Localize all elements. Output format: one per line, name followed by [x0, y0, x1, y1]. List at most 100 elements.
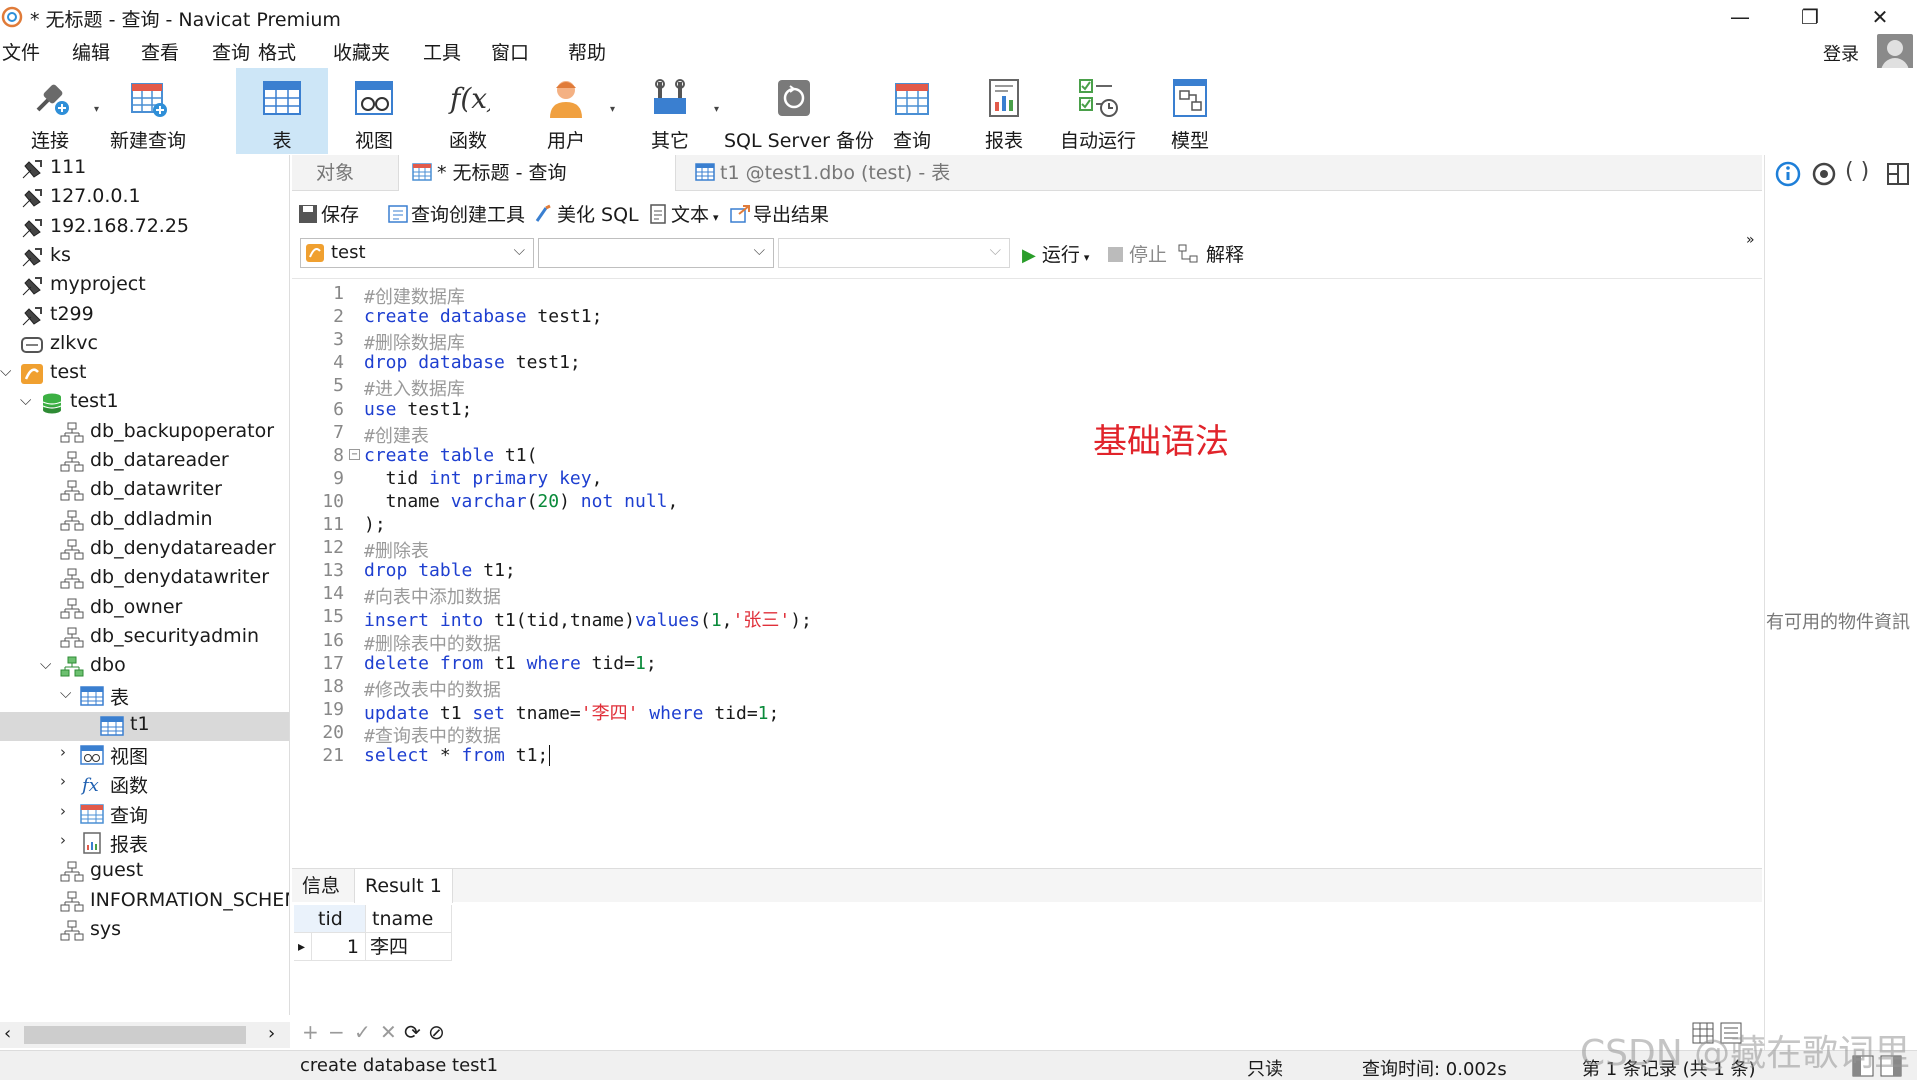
tab-query[interactable]: * 无标题 - 查询: [398, 155, 676, 191]
menu-format[interactable]: 格式: [258, 38, 296, 65]
ribbon-query-button[interactable]: 查询: [872, 68, 952, 154]
run-dropdown-icon[interactable]: ▾: [1084, 251, 1090, 264]
menu-favorites[interactable]: 收藏夹: [333, 38, 390, 65]
scroll-right-icon[interactable]: ›: [268, 1023, 275, 1044]
info-icon[interactable]: [1775, 161, 1801, 187]
text-dropdown-icon[interactable]: ▾: [713, 211, 719, 224]
ribbon-user-button[interactable]: ▾ 用户: [526, 68, 615, 154]
more-options-icon[interactable]: »: [1746, 232, 1755, 248]
tree-item[interactable]: ks: [0, 243, 289, 272]
chevron-right-icon[interactable]: ›: [60, 802, 66, 820]
discard-changes-icon[interactable]: ✕: [380, 1020, 397, 1044]
fold-toggle-icon[interactable]: −: [349, 448, 360, 460]
tree-item[interactable]: t299: [0, 302, 289, 331]
ribbon-backup-button[interactable]: SQL Server 备份: [724, 68, 874, 154]
tree-item[interactable]: db_datawriter: [0, 477, 289, 506]
ribbon-user-dropdown-icon[interactable]: ▾: [610, 104, 615, 115]
connection-select[interactable]: test ⌵: [300, 238, 534, 268]
query-builder-button[interactable]: 查询创建工具: [388, 200, 525, 227]
ribbon-view-button[interactable]: 视图: [334, 68, 414, 154]
beautify-sql-button[interactable]: 美化 SQL: [534, 200, 639, 227]
ribbon-connect-dropdown-icon[interactable]: ▾: [94, 104, 99, 115]
chevron-right-icon[interactable]: ›: [60, 831, 66, 849]
ribbon-model-button[interactable]: 模型: [1150, 68, 1230, 154]
tree-item[interactable]: ⌵ 表: [0, 682, 289, 711]
menu-file[interactable]: 文件: [2, 38, 40, 65]
column-header-tid[interactable]: tid: [312, 905, 366, 933]
tree-item[interactable]: ⌵ test: [0, 360, 289, 389]
tree-item[interactable]: › 报表: [0, 829, 289, 858]
ribbon-new-query-button[interactable]: 新建查询: [106, 68, 190, 154]
chevron-down-icon[interactable]: ⌵: [20, 391, 31, 409]
chevron-down-icon[interactable]: ⌵: [60, 684, 71, 702]
sql-editor[interactable]: 1 #创建数据库 2 create database test1; 3 #删除数据库 4 dr…: [292, 278, 1762, 869]
tree-item[interactable]: ⌵ test1: [0, 389, 289, 418]
tree-item[interactable]: zlkvc: [0, 331, 289, 360]
menu-tools[interactable]: 工具: [423, 38, 461, 65]
explain-button[interactable]: 解释: [1178, 240, 1244, 267]
menu-help[interactable]: 帮助: [568, 38, 606, 65]
tree-item[interactable]: db_backupoperator: [0, 419, 289, 448]
database-select[interactable]: ⌵: [538, 238, 774, 268]
schema-select[interactable]: ⌵: [778, 238, 1010, 268]
table-cell-tid[interactable]: 1: [312, 933, 366, 961]
ribbon-function-button[interactable]: f(x) 函数: [428, 68, 508, 154]
tree-item[interactable]: t1: [0, 711, 289, 741]
chevron-right-icon[interactable]: ›: [60, 743, 66, 761]
menu-view[interactable]: 查看: [141, 38, 179, 65]
sidebar-horizontal-scrollbar[interactable]: ‹ ›: [0, 1022, 290, 1048]
tree-item[interactable]: sys: [0, 917, 289, 946]
close-button[interactable]: ✕: [1845, 2, 1915, 32]
tab-objects[interactable]: 对象: [304, 155, 394, 191]
stop-loading-icon[interactable]: ⊘: [428, 1020, 445, 1044]
tree-item[interactable]: db_denydatawriter: [0, 565, 289, 594]
ribbon-others-button[interactable]: ▾ 其它: [630, 68, 719, 154]
tree-item[interactable]: db_owner: [0, 595, 289, 624]
menu-query[interactable]: 查询: [212, 38, 250, 65]
column-header-tname[interactable]: tname: [366, 905, 452, 933]
tab-info[interactable]: 信息: [292, 869, 350, 903]
chevron-right-icon[interactable]: ›: [60, 772, 66, 790]
run-button[interactable]: ▶ 运行 ▾: [1022, 240, 1089, 267]
text-mode-button[interactable]: 文本 ▾: [648, 200, 719, 227]
tree-item[interactable]: 111: [0, 155, 289, 184]
ribbon-connect-button[interactable]: ▾ 连接: [10, 68, 99, 154]
add-record-icon[interactable]: +: [302, 1020, 319, 1044]
table-cell-tname[interactable]: 李四: [366, 933, 452, 961]
preview-icon[interactable]: [1811, 161, 1837, 187]
tree-item[interactable]: › fx 函数: [0, 770, 289, 799]
tree-item[interactable]: INFORMATION_SCHEMA: [0, 888, 289, 917]
scroll-left-icon[interactable]: ‹: [4, 1023, 11, 1044]
tree-item[interactable]: guest: [0, 858, 289, 887]
tree-item[interactable]: db_denydatareader: [0, 536, 289, 565]
tree-item[interactable]: › 视图: [0, 741, 289, 770]
login-link[interactable]: 登录: [1823, 40, 1859, 66]
tree-item[interactable]: myproject: [0, 272, 289, 301]
menu-window[interactable]: 窗口: [491, 38, 529, 65]
refresh-icon[interactable]: ⟳: [404, 1020, 421, 1044]
delete-record-icon[interactable]: −: [328, 1020, 345, 1044]
save-button[interactable]: 保存: [298, 200, 359, 227]
tab-result-1[interactable]: Result 1: [354, 869, 453, 903]
chevron-down-icon[interactable]: ⌵: [40, 655, 51, 673]
ddl-icon[interactable]: ( ): [1845, 159, 1869, 184]
ribbon-table-button[interactable]: 表: [236, 68, 328, 154]
split-panel-icon[interactable]: [1885, 161, 1911, 187]
tree-item[interactable]: 127.0.0.1: [0, 184, 289, 213]
tree-item[interactable]: db_securityadmin: [0, 624, 289, 653]
tree-item[interactable]: db_datareader: [0, 448, 289, 477]
minimize-button[interactable]: —: [1705, 2, 1775, 32]
scroll-thumb[interactable]: [24, 1026, 246, 1044]
tab-table-design[interactable]: t1 @test1.dbo (test) - 表: [682, 155, 972, 191]
maximize-button[interactable]: ❐: [1775, 2, 1845, 32]
apply-changes-icon[interactable]: ✓: [354, 1020, 371, 1044]
tree-item[interactable]: › 查询: [0, 800, 289, 829]
avatar[interactable]: [1877, 34, 1913, 72]
ribbon-automation-button[interactable]: 自动运行: [1054, 68, 1142, 154]
ribbon-others-dropdown-icon[interactable]: ▾: [714, 104, 719, 115]
menu-edit[interactable]: 编辑: [72, 38, 110, 65]
ribbon-report-button[interactable]: 报表: [964, 68, 1044, 154]
tree-item[interactable]: db_ddladmin: [0, 507, 289, 536]
chevron-down-icon[interactable]: ⌵: [0, 362, 11, 380]
tree-item[interactable]: ⌵ dbo: [0, 653, 289, 682]
